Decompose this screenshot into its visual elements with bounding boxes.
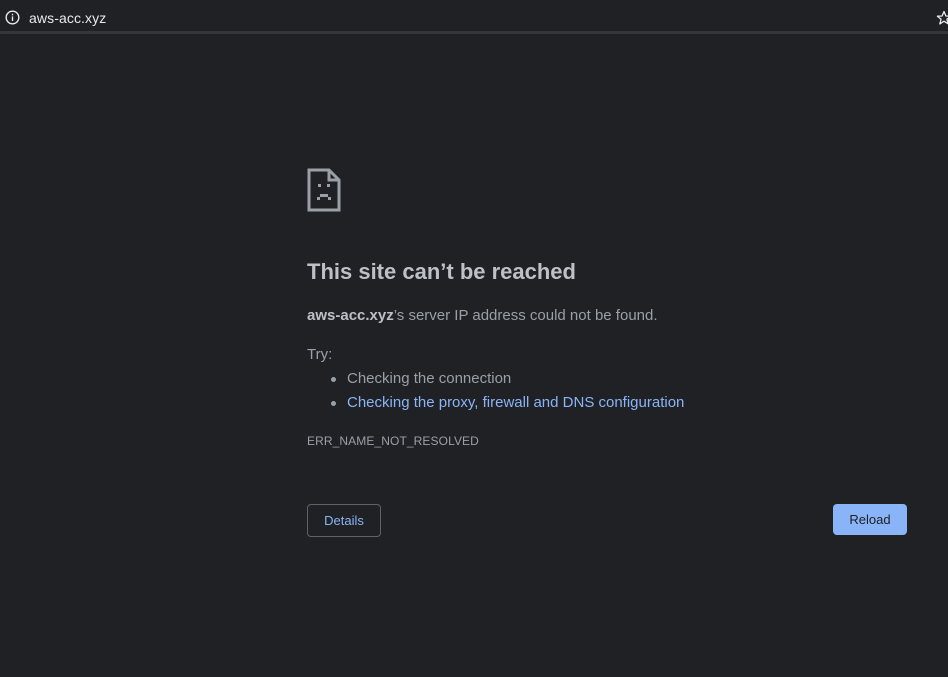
error-page-content: This site can’t be reached aws-acc.xyz’s… [307,0,907,677]
error-heading: This site can’t be reached [307,259,576,284]
list-item: Checking the connection [331,370,684,394]
error-summary: aws-acc.xyz’s server IP address could no… [307,307,658,324]
reload-button[interactable]: Reload [833,504,907,535]
summary-text: ’s server IP address could not be found. [393,307,658,324]
star-outline-icon[interactable] [936,10,948,26]
try-label: Try: [307,346,333,363]
suggestion-check-connection: Checking the connection [347,370,512,387]
details-button[interactable]: Details [307,504,381,537]
suggestions-list: Checking the connection Checking the pro… [331,370,684,418]
sad-page-icon [307,168,341,212]
list-item: Checking the proxy, firewall and DNS con… [331,394,684,418]
summary-host: aws-acc.xyz [307,307,394,324]
info-circle-icon[interactable] [5,10,20,25]
url-text[interactable]: aws-acc.xyz [29,10,106,26]
suggestion-check-proxy-link[interactable]: Checking the proxy, firewall and DNS con… [347,394,684,411]
error-code: ERR_NAME_NOT_RESOLVED [307,434,479,448]
